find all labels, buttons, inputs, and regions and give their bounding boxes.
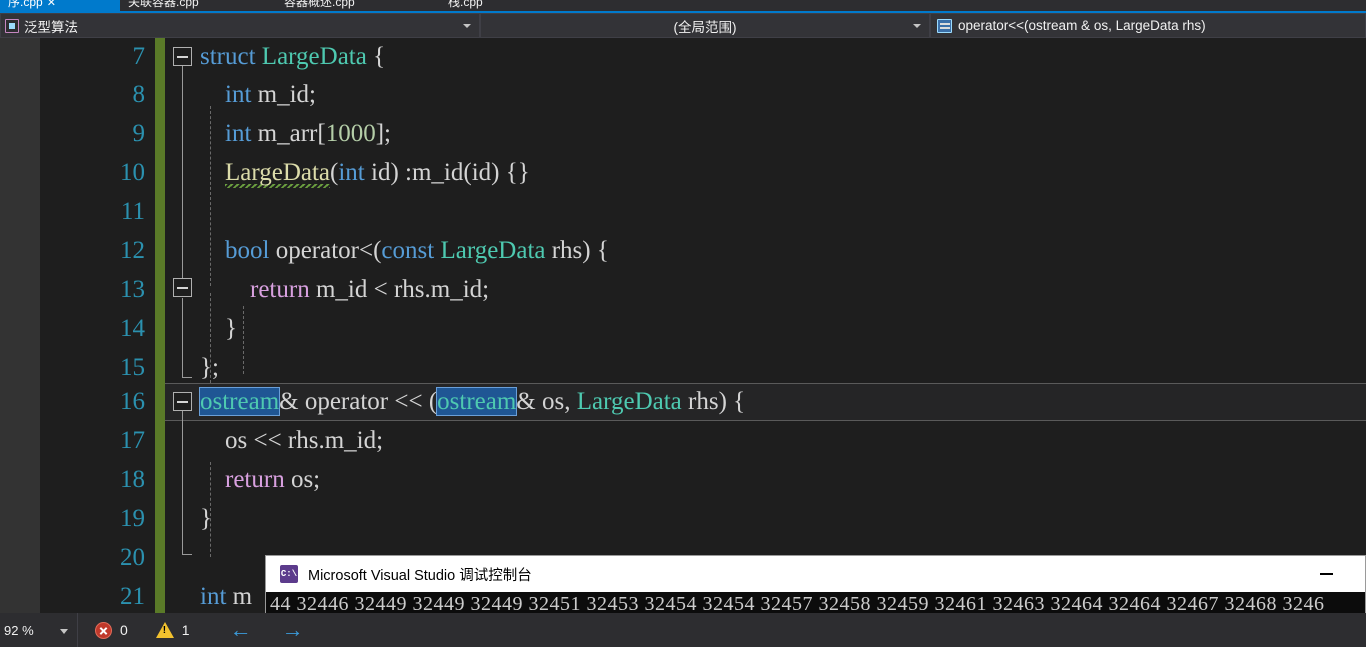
line-number-column: 7 8 9 10 11 12 13 14 15 16 17 18 19 20 2…	[40, 38, 155, 613]
error-count-item[interactable]: 0	[95, 621, 128, 639]
code-line-17: os << rhs.m_id;	[200, 427, 384, 454]
visual-studio-window: 序.cpp ✕ 关联容器.cpp 容器概述.cpp 栈.cpp 泛型算法 (全局范…	[0, 0, 1366, 647]
project-label: 泛型算法	[24, 19, 78, 35]
code-line-16: ostream& operator << (ostream& os, Large…	[198, 387, 746, 416]
zoom-level-dropdown[interactable]: 92 %	[0, 613, 78, 647]
code-line[interactable]	[165, 193, 1366, 231]
line-number: 16	[120, 388, 145, 415]
line-number: 8	[132, 81, 146, 108]
chevron-down-icon[interactable]	[463, 23, 471, 28]
console-title-label: Microsoft Visual Studio 调试控制台	[308, 567, 532, 584]
line-number: 21	[120, 583, 145, 610]
line-number: 11	[120, 198, 145, 225]
scope-label: (全局范围)	[673, 19, 737, 35]
navigation-bar: 泛型算法 (全局范围) operator<<(ostream & os, Lar…	[0, 13, 1366, 38]
tab-label: 序.cpp	[8, 0, 43, 9]
code-editor[interactable]: 7 8 9 10 11 12 13 14 15 16 17 18 19 20 2…	[0, 38, 1366, 613]
code-line[interactable]: bool operator<(const LargeData rhs) {	[165, 232, 1366, 270]
status-bar: 92 % 0 1 ← →	[0, 613, 1366, 647]
error-icon	[95, 621, 112, 639]
code-line-18: return os;	[225, 466, 321, 493]
code-line-13: return m_id < rhs.m_id;	[250, 276, 490, 303]
tab-label: 容器概述.cpp	[284, 0, 355, 9]
code-line[interactable]: os << rhs.m_id;	[165, 422, 1366, 460]
selected-token-ostream[interactable]: ostream	[198, 387, 281, 416]
code-line-19: }	[200, 505, 212, 532]
tab-close-icon[interactable]: ✕	[47, 0, 56, 9]
line-number: 17	[120, 427, 145, 454]
code-line[interactable]: };	[165, 349, 1366, 387]
tab-label: 关联容器.cpp	[128, 0, 199, 9]
member-label: operator<<(ostream & os, LargeData rhs)	[958, 18, 1206, 33]
code-line[interactable]: }	[165, 310, 1366, 348]
code-line[interactable]: LargeData(int id) :m_id(id) {}	[165, 154, 1366, 192]
warning-count-item[interactable]: 1	[155, 622, 190, 638]
selected-token-ostream[interactable]: ostream	[436, 387, 518, 416]
console-app-icon: C:\	[280, 565, 298, 583]
line-number: 15	[120, 354, 145, 381]
line-number: 12	[120, 237, 145, 264]
minimize-button[interactable]	[1309, 556, 1343, 592]
navigate-backward-icon[interactable]: ←	[230, 619, 252, 641]
code-line[interactable]: return os;	[165, 461, 1366, 499]
line-number: 20	[120, 544, 145, 571]
code-line-7: struct LargeData {	[200, 43, 386, 70]
tab-xu-cpp[interactable]: 序.cpp ✕	[0, 0, 120, 11]
line-number: 14	[120, 315, 145, 342]
editor-tab-strip: 序.cpp ✕ 关联容器.cpp 容器概述.cpp 栈.cpp	[0, 0, 1366, 11]
method-icon	[937, 18, 952, 33]
code-line[interactable]: }	[165, 500, 1366, 538]
code-line-8: int m_id;	[225, 81, 316, 108]
code-line-9: int m_arr[1000];	[225, 120, 391, 147]
chevron-down-icon[interactable]	[60, 629, 68, 634]
tab-zhan-cpp[interactable]: 栈.cpp	[440, 0, 530, 11]
navigate-forward-icon[interactable]: →	[282, 619, 304, 641]
line-number: 18	[120, 466, 145, 493]
code-line[interactable]: struct LargeData {	[165, 38, 1366, 76]
code-line-14: }	[200, 315, 237, 342]
scope-dropdown[interactable]: (全局范围)	[480, 13, 930, 38]
zoom-level-label: 92 %	[4, 622, 34, 638]
console-title-bar[interactable]: C:\ Microsoft Visual Studio 调试控制台	[266, 556, 1365, 592]
warning-count-label: 1	[181, 622, 190, 638]
warning-icon	[155, 622, 174, 638]
code-line-10: LargeData(int id) :m_id(id) {}	[200, 154, 530, 192]
code-line[interactable]: ostream& operator << (ostream& os, Large…	[165, 383, 1366, 421]
error-count-label: 0	[120, 622, 128, 638]
code-line[interactable]: int m_id;	[165, 76, 1366, 114]
line-number: 9	[132, 120, 146, 147]
tab-rongqi-gaishu-cpp[interactable]: 容器概述.cpp	[276, 0, 416, 11]
chevron-down-icon[interactable]	[913, 23, 921, 28]
editor-gutter[interactable]	[0, 38, 40, 613]
code-line[interactable]: int m_arr[1000];	[165, 115, 1366, 153]
tab-label: 栈.cpp	[448, 0, 483, 9]
code-line-12: bool operator<(const LargeData rhs) {	[225, 237, 609, 264]
code-line-15: };	[200, 354, 219, 381]
code-line-21: int m	[200, 583, 253, 610]
line-number: 19	[120, 505, 145, 532]
project-dropdown[interactable]: 泛型算法	[0, 13, 480, 38]
line-number: 13	[120, 276, 145, 303]
member-dropdown[interactable]: operator<<(ostream & os, LargeData rhs)	[930, 13, 1366, 38]
code-text-area[interactable]: struct LargeData { int m_id; int m_arr[1…	[165, 38, 1366, 613]
change-indicator-bar	[155, 38, 165, 613]
code-line[interactable]: return m_id < rhs.m_id;	[165, 271, 1366, 309]
project-icon	[5, 18, 19, 33]
line-number: 10	[120, 159, 145, 186]
tab-guanlian-rongqi-cpp[interactable]: 关联容器.cpp	[120, 0, 270, 11]
line-number: 7	[132, 43, 146, 70]
